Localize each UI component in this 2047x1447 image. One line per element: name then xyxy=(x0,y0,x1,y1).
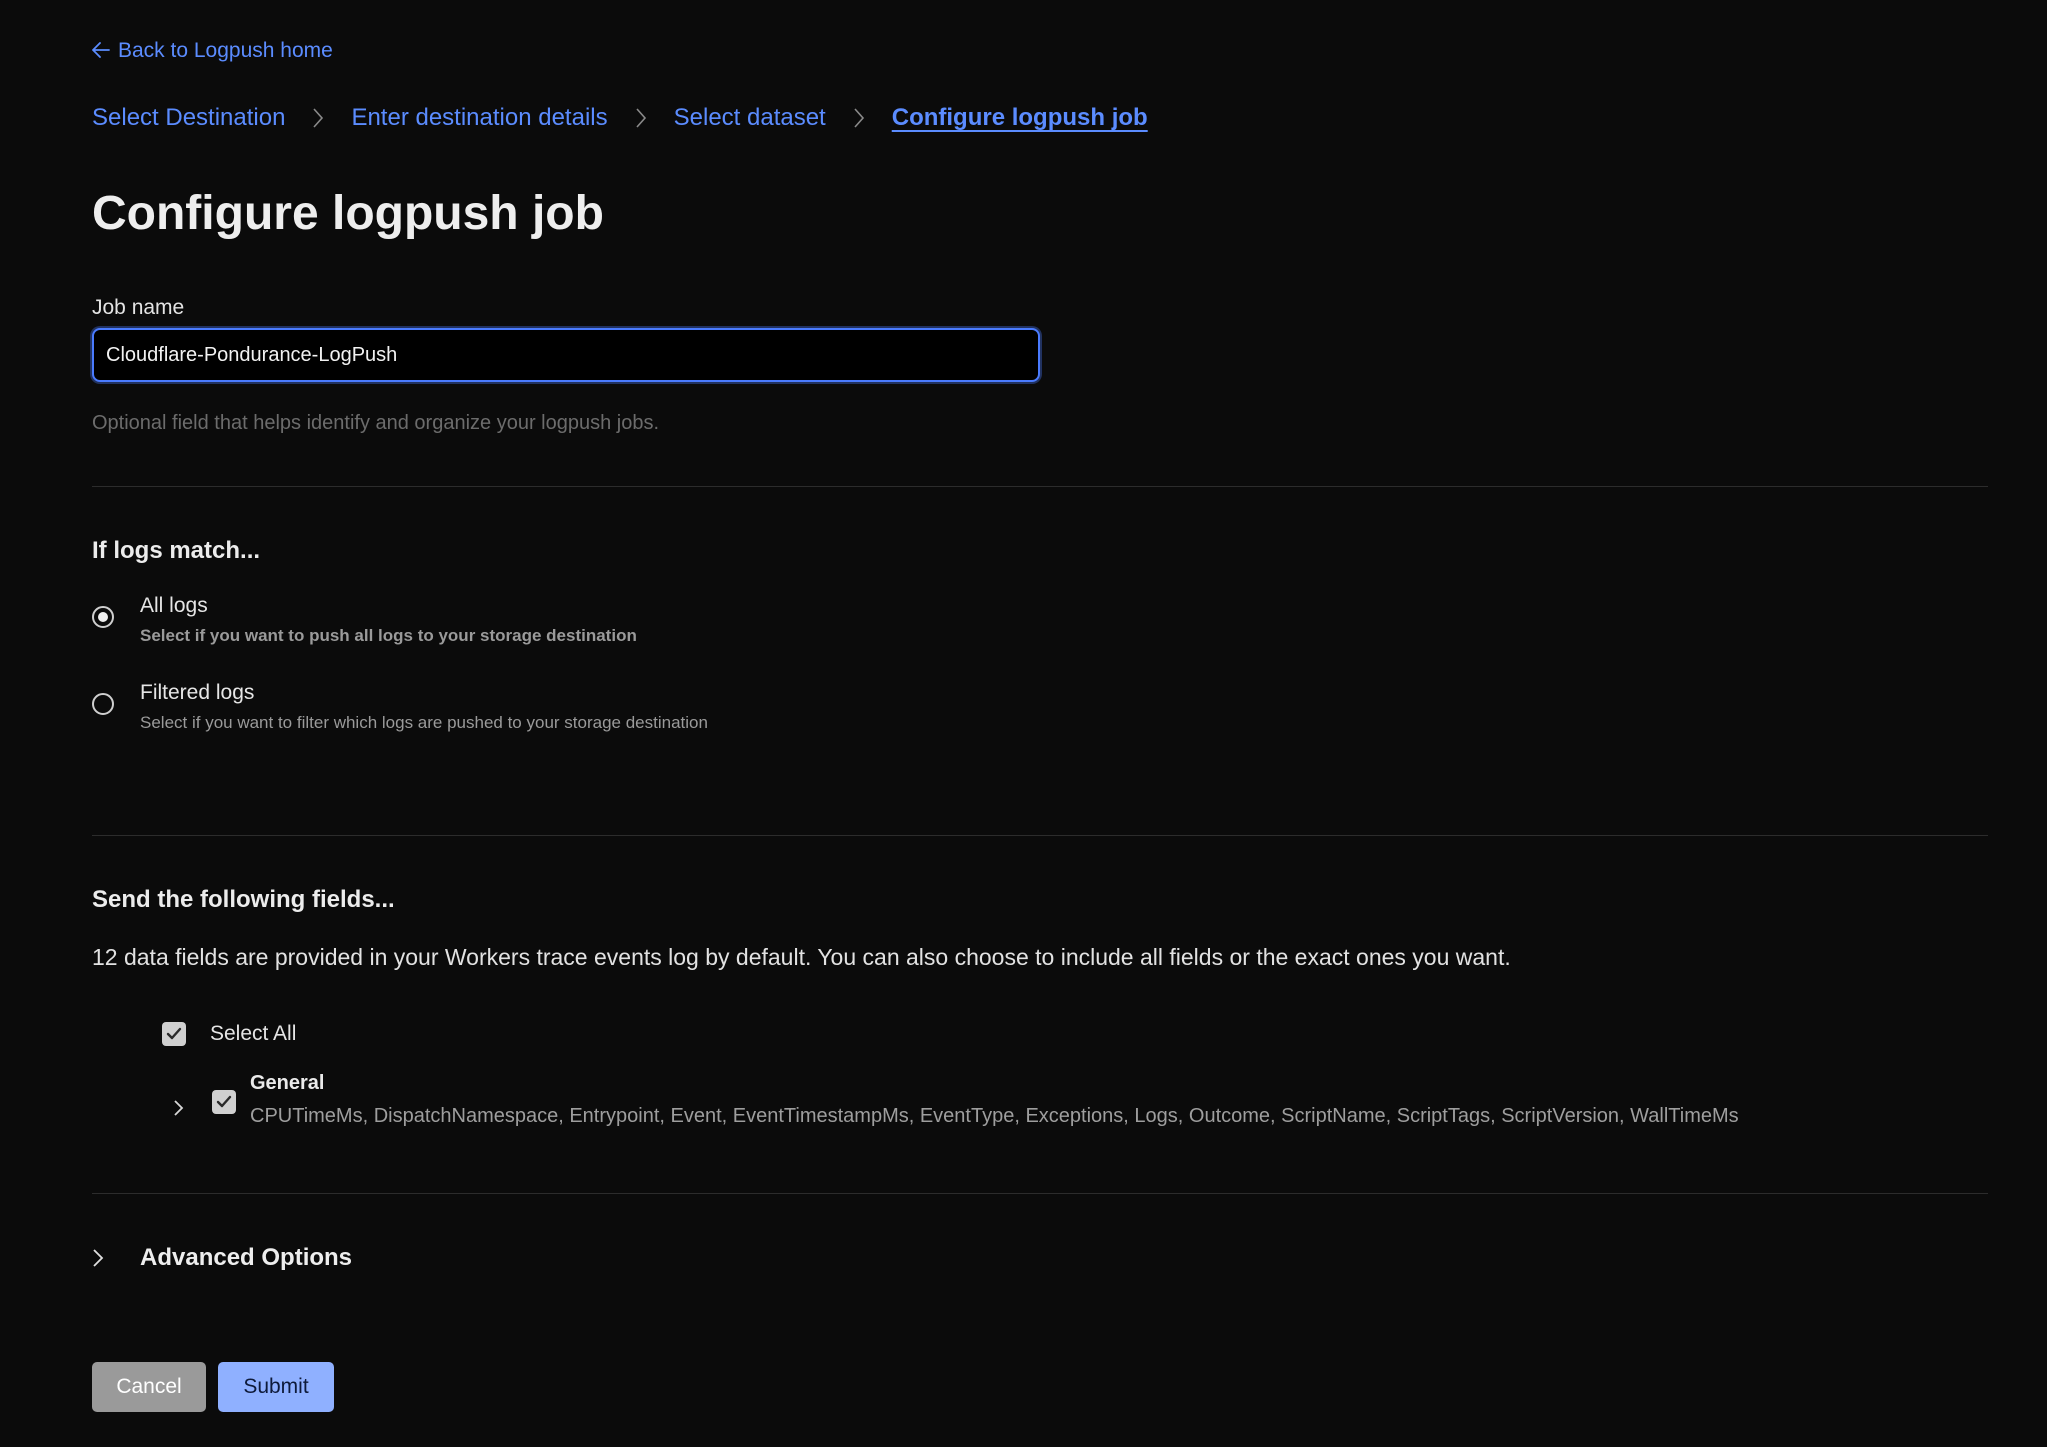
section-divider xyxy=(92,1193,1988,1194)
radio-selected-dot xyxy=(98,612,108,622)
radio-button-filtered-logs[interactable] xyxy=(92,693,114,715)
chevron-right-icon xyxy=(608,107,674,129)
cancel-button[interactable]: Cancel xyxy=(92,1362,206,1412)
radio-button-all-logs[interactable] xyxy=(92,606,114,628)
field-group-fields-list: CPUTimeMs, DispatchNamespace, Entrypoint… xyxy=(250,1105,1739,1127)
breadcrumb: Select Destination Enter destination det… xyxy=(92,104,1148,132)
radio-description-all-logs: Select if you want to push all logs to y… xyxy=(140,626,637,645)
job-name-hint: Optional field that helps identify and o… xyxy=(92,412,660,434)
submit-button[interactable]: Submit xyxy=(218,1362,334,1412)
select-all-checkbox[interactable] xyxy=(162,1022,186,1046)
chevron-right-icon[interactable] xyxy=(172,1096,190,1120)
job-name-label: Job name xyxy=(92,296,185,319)
filter-section-heading: If logs match... xyxy=(92,537,261,564)
fields-description: 12 data fields are provided in your Work… xyxy=(92,944,1511,970)
back-to-logpush-home-link[interactable]: Back to Logpush home xyxy=(92,38,333,64)
radio-title-filtered-logs: Filtered logs xyxy=(140,681,255,704)
section-divider xyxy=(92,486,1988,487)
select-all-row[interactable]: Select All xyxy=(162,1022,296,1046)
breadcrumb-step-configure-job[interactable]: Configure logpush job xyxy=(892,104,1148,132)
chevron-right-icon xyxy=(285,107,351,129)
back-link-label: Back to Logpush home xyxy=(118,39,333,62)
radio-option-all-logs[interactable]: All logs Select if you want to push all … xyxy=(92,594,637,646)
radio-description-filtered-logs: Select if you want to filter which logs … xyxy=(140,713,708,732)
general-group-checkbox[interactable] xyxy=(212,1090,236,1114)
section-divider xyxy=(92,835,1988,836)
advanced-options-label: Advanced Options xyxy=(140,1244,353,1271)
field-group-title: General xyxy=(250,1072,325,1094)
fields-section-heading: Send the following fields... xyxy=(92,886,395,913)
breadcrumb-step-destination-details[interactable]: Enter destination details xyxy=(351,104,607,132)
select-all-label: Select All xyxy=(210,1022,297,1045)
arrow-left-icon xyxy=(92,38,110,64)
advanced-options-toggle[interactable]: Advanced Options xyxy=(92,1244,352,1272)
check-icon xyxy=(166,1027,182,1040)
breadcrumb-step-select-destination[interactable]: Select Destination xyxy=(92,104,285,132)
field-group-general: General CPUTimeMs, DispatchNamespace, En… xyxy=(172,1072,1739,1128)
radio-title-all-logs: All logs xyxy=(140,594,208,617)
page-title: Configure logpush job xyxy=(92,187,604,240)
breadcrumb-step-select-dataset[interactable]: Select dataset xyxy=(674,104,826,132)
chevron-right-icon xyxy=(826,107,892,129)
check-icon xyxy=(216,1095,232,1108)
chevron-right-icon xyxy=(92,1247,112,1269)
job-name-input[interactable] xyxy=(94,330,1038,380)
job-name-field-wrapper xyxy=(92,328,1040,382)
radio-option-filtered-logs[interactable]: Filtered logs Select if you want to filt… xyxy=(92,681,708,733)
